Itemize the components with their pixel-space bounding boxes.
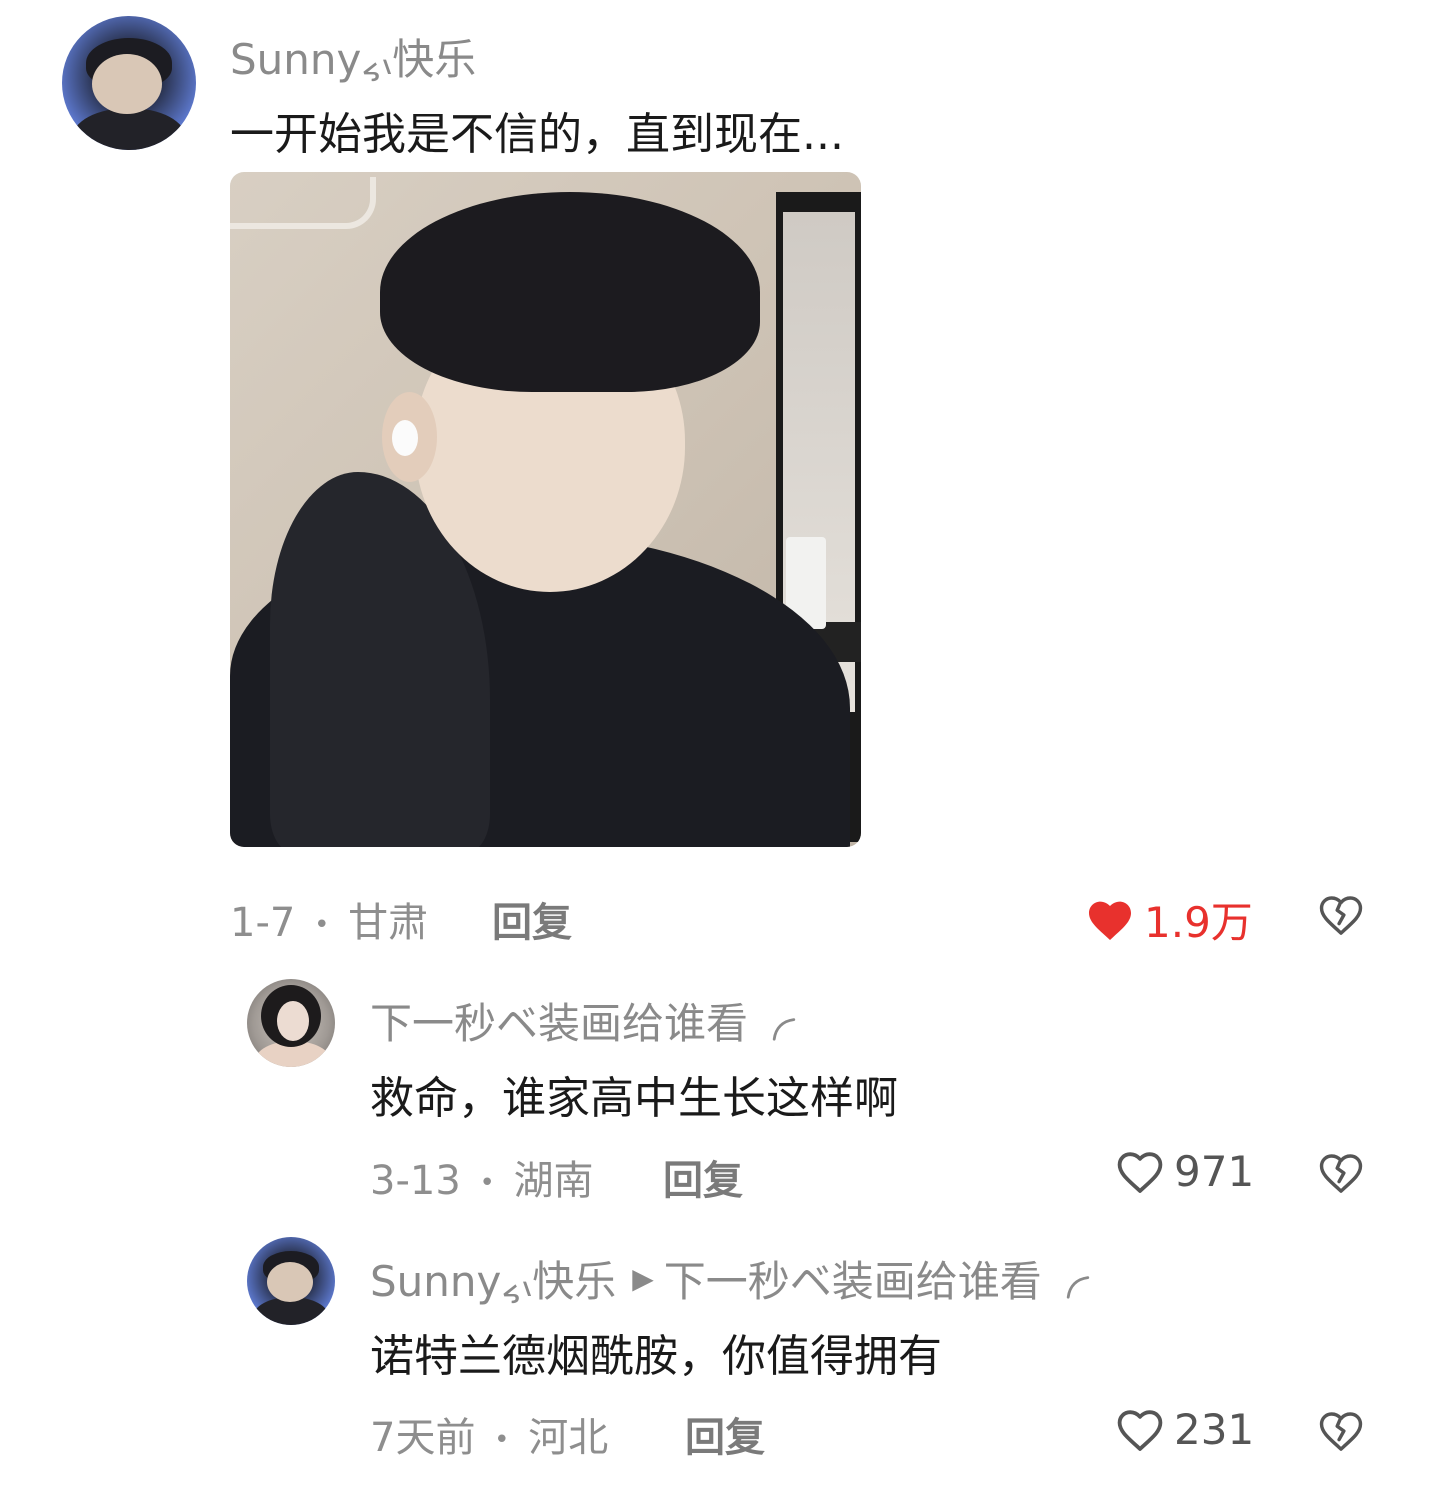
reply-text: 救命，谁家高中生长这样啊 (370, 1073, 898, 1124)
avatar[interactable] (62, 16, 196, 150)
like-button[interactable]: 971 (1116, 1147, 1254, 1196)
like-count: 971 (1174, 1147, 1255, 1196)
like-button[interactable]: 231 (1116, 1405, 1254, 1454)
reply-username[interactable]: 下一秒ベ装画给谁看 (370, 990, 748, 1051)
heart-icon (1117, 1151, 1163, 1193)
reply-to-username[interactable]: 下一秒ベ装画给谁看 (664, 1248, 1042, 1309)
reply-username[interactable]: Sunny៹៶快乐 (370, 1248, 616, 1309)
reply-location: 河北 (528, 1415, 609, 1461)
comment-image[interactable] (230, 172, 861, 847)
reply-button[interactable]: 回复 (492, 890, 572, 948)
play-triangle-icon: ▶ (632, 1262, 654, 1295)
heart-icon (1117, 1409, 1163, 1451)
comment-text: 一开始我是不信的，直到现在... (230, 109, 844, 160)
heart-icon (1089, 901, 1131, 940)
meta-separator: • (479, 1168, 495, 1198)
reply-text: 诺特兰德烟酰胺，你值得拥有 (370, 1331, 942, 1382)
avatar[interactable] (247, 979, 335, 1067)
reply-date: 7天前 (370, 1415, 476, 1461)
reply-meta: 3-13 • 湖南 (370, 1148, 594, 1206)
reply-header: 下一秒ベ装画给谁看 (370, 990, 798, 1051)
like-count: 231 (1174, 1405, 1255, 1454)
reply-button[interactable]: 回复 (663, 1148, 743, 1206)
avatar[interactable] (247, 1237, 335, 1325)
reply-header: Sunny៹៶快乐 ▶ 下一秒ベ装画给谁看 (370, 1248, 1092, 1309)
comment-meta: 1-7 • 甘肃 (230, 890, 428, 948)
comment-username[interactable]: Sunny៹៶快乐 (230, 26, 476, 87)
reply-date: 3-13 (370, 1158, 461, 1204)
like-button[interactable]: 1.9万 (1086, 889, 1253, 950)
like-count: 1.9万 (1144, 898, 1253, 947)
broken-heart-icon[interactable] (1318, 1410, 1364, 1452)
broken-heart-icon[interactable] (1318, 1152, 1364, 1194)
signature-swoosh-icon (1066, 1275, 1090, 1299)
reply-meta: 7天前 • 河北 (370, 1405, 608, 1463)
reply-button[interactable]: 回复 (685, 1405, 765, 1463)
signature-swoosh-icon (772, 1017, 796, 1041)
meta-separator: • (494, 1425, 510, 1455)
meta-separator: • (314, 910, 330, 940)
comment-date: 1-7 (230, 900, 296, 946)
broken-heart-icon[interactable] (1318, 894, 1364, 936)
comment-location: 甘肃 (348, 900, 429, 946)
reply-location: 湖南 (513, 1158, 594, 1204)
